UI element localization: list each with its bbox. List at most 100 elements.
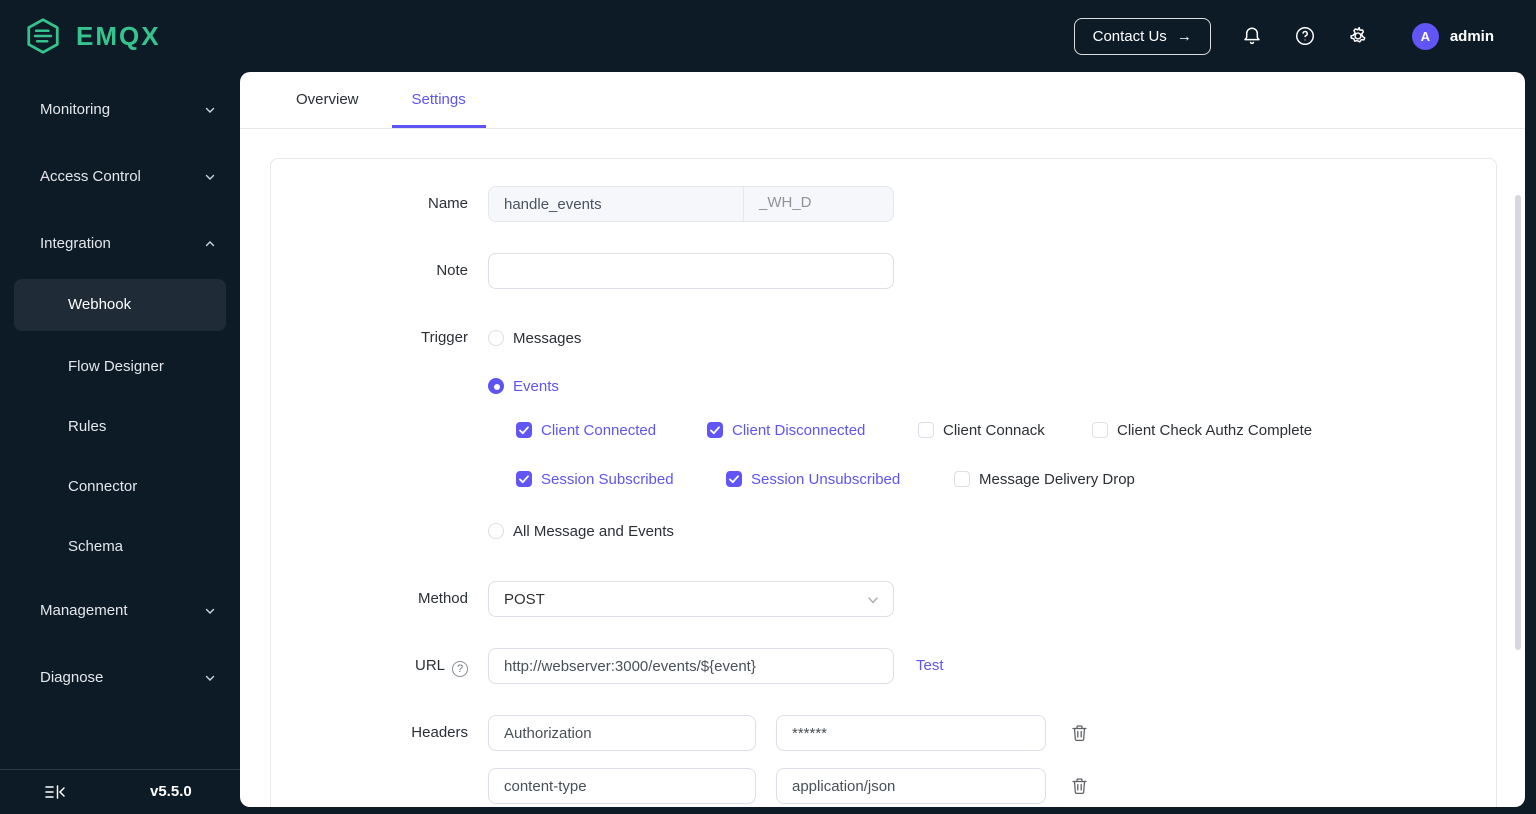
username-label: admin (1449, 27, 1494, 45)
checkbox-checked-icon[interactable] (726, 471, 742, 487)
name-label: Name (427, 195, 468, 212)
delete-header-icon[interactable] (1071, 715, 1088, 751)
arrow-right-icon: → (1176, 27, 1192, 45)
chevron-down-icon (205, 174, 215, 180)
management-label: Management (40, 602, 128, 619)
checkbox-session-unsubscribed[interactable]: Session Unsubscribed (726, 471, 954, 488)
avatar-letter: A (1420, 28, 1430, 44)
connector-label: Connector (68, 478, 138, 495)
checkbox-label: Session Unsubscribed (751, 470, 901, 488)
checkbox-unchecked-icon[interactable] (918, 422, 934, 438)
checkbox-checked-icon[interactable] (516, 422, 532, 438)
chevron-down-icon (868, 597, 878, 604)
checkbox-client-connack[interactable]: Client Connack (918, 422, 1092, 439)
checkbox-unchecked-icon[interactable] (954, 471, 970, 487)
sidebar-item-rules[interactable]: Rules (0, 413, 240, 441)
diagnose-label: Diagnose (40, 669, 104, 686)
tab-bar: Overview Settings (240, 72, 1525, 129)
radio-option-messages[interactable]: Messages (488, 328, 1312, 348)
checkbox-label: Client Check Authz Complete (1117, 421, 1313, 439)
header-value-input[interactable] (776, 715, 1046, 751)
url-input[interactable] (488, 648, 894, 684)
sidebar-item-management[interactable]: Management (0, 597, 240, 625)
delete-header-icon[interactable] (1071, 768, 1088, 804)
radio-option-all[interactable]: All Message and Events (488, 521, 1312, 541)
name-input-group: handle_events _WH_D (488, 186, 894, 222)
scrollbar-thumb[interactable] (1515, 195, 1521, 650)
headers-label: Headers (411, 724, 468, 741)
checkbox-message-delivery-drop[interactable]: Message Delivery Drop (954, 471, 1135, 488)
trigger-label: Trigger (421, 329, 468, 346)
headers-row-2 (271, 768, 1496, 804)
tab-overview-label: Overview (296, 91, 359, 108)
name-input[interactable]: handle_events (489, 196, 743, 213)
trigger-options: Messages Events Client Connected Client … (488, 328, 1312, 541)
collapse-sidebar-icon[interactable] (44, 782, 66, 802)
radio-messages-label: Messages (513, 329, 582, 347)
event-checkboxes: Client Connected Client Disconnected Cli… (516, 419, 1312, 490)
radio-all-message-events[interactable] (488, 523, 504, 539)
url-help-icon[interactable]: ? (452, 661, 468, 677)
header-key-input[interactable] (488, 715, 756, 751)
help-icon[interactable] (1294, 25, 1316, 47)
radio-events[interactable] (488, 378, 504, 394)
name-row: Name handle_events _WH_D (271, 186, 1496, 222)
checkbox-label: Session Subscribed (541, 470, 674, 488)
headers-row-1: Headers (271, 715, 1496, 751)
main-content: Overview Settings Name handle_events _WH… (240, 72, 1525, 807)
checkbox-client-check-authz-complete[interactable]: Client Check Authz Complete (1092, 422, 1312, 439)
emqx-logo: EMQX (24, 17, 161, 55)
radio-events-label: Events (513, 377, 559, 395)
url-label-text: URL (414, 657, 445, 674)
notifications-bell-icon[interactable] (1241, 25, 1263, 47)
sidebar-footer: v5.5.0 (0, 769, 240, 814)
radio-option-events[interactable]: Events (488, 376, 1312, 396)
header-value-input[interactable] (776, 768, 1046, 804)
checkbox-unchecked-icon[interactable] (1092, 422, 1108, 438)
sidebar: Monitoring Access Control Integration We… (0, 72, 240, 814)
checkbox-checked-icon[interactable] (707, 422, 723, 438)
tab-settings[interactable]: Settings (391, 72, 486, 128)
user-avatar[interactable]: A (1411, 22, 1439, 50)
trigger-row: Trigger Messages Events Client Connected (271, 328, 1496, 541)
sidebar-item-connector[interactable]: Connector (0, 473, 240, 501)
method-label: Method (417, 590, 468, 607)
name-suffix: _WH_D (743, 187, 893, 221)
checkbox-label: Message Delivery Drop (979, 470, 1135, 488)
test-link[interactable]: Test (916, 648, 944, 684)
checkbox-label: Client Connected (541, 421, 657, 439)
event-checkbox-row-2: Session Subscribed Session Unsubscribed … (516, 468, 1312, 490)
settings-gear-icon[interactable] (1347, 25, 1369, 47)
tab-overview[interactable]: Overview (276, 72, 379, 128)
checkbox-label: Client Disconnected (732, 421, 866, 439)
chevron-down-icon (205, 675, 215, 681)
note-row: Note (271, 253, 1496, 289)
contact-us-label: Contact Us (1092, 27, 1167, 45)
checkbox-checked-icon[interactable] (516, 471, 532, 487)
sidebar-item-integration[interactable]: Integration (0, 230, 240, 258)
sidebar-item-access-control[interactable]: Access Control (0, 163, 240, 191)
sidebar-item-monitoring[interactable]: Monitoring (0, 96, 240, 124)
note-label: Note (436, 262, 468, 279)
checkbox-client-connected[interactable]: Client Connected (516, 422, 707, 439)
note-input[interactable] (488, 253, 894, 289)
method-select[interactable]: POST (488, 581, 894, 617)
contact-us-button[interactable]: Contact Us → (1073, 17, 1211, 55)
radio-messages[interactable] (488, 330, 504, 346)
sidebar-item-diagnose[interactable]: Diagnose (0, 664, 240, 692)
event-checkbox-row-1: Client Connected Client Disconnected Cli… (516, 419, 1312, 441)
sidebar-item-webhook[interactable]: Webhook (14, 279, 226, 331)
checkbox-client-disconnected[interactable]: Client Disconnected (707, 422, 918, 439)
access-control-label: Access Control (40, 168, 141, 185)
header-key-input[interactable] (488, 768, 756, 804)
emqx-hexagon-icon (27, 18, 59, 54)
url-label: URL? (271, 648, 488, 684)
flow-designer-label: Flow Designer (68, 358, 164, 375)
sidebar-item-flow-designer[interactable]: Flow Designer (0, 353, 240, 381)
sidebar-item-schema[interactable]: Schema (0, 533, 240, 561)
integration-label: Integration (40, 235, 111, 252)
checkbox-session-subscribed[interactable]: Session Subscribed (516, 471, 726, 488)
url-row: URL? Test (271, 648, 1496, 684)
chevron-up-icon (205, 241, 215, 247)
monitoring-label: Monitoring (40, 101, 111, 118)
